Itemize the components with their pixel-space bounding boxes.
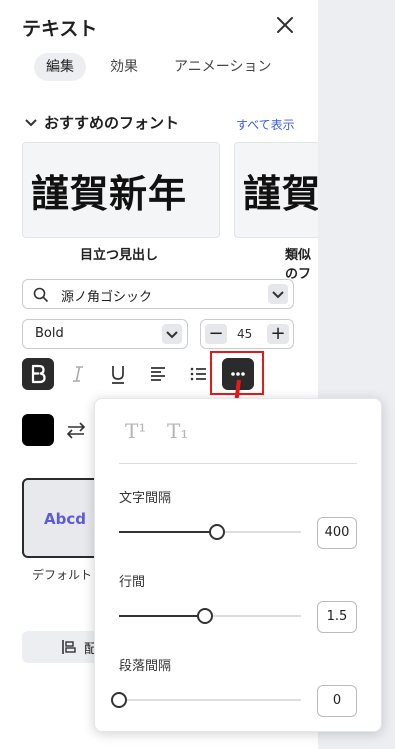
close-icon[interactable] <box>274 14 296 36</box>
chevron-down-icon <box>162 324 182 344</box>
font-sample: 謹賀新年 <box>243 172 318 216</box>
font-card-1[interactable]: 謹賀新年 <box>22 142 220 238</box>
paragraph-spacing-slider-knob[interactable] <box>111 692 127 708</box>
text-direction-icon[interactable] <box>64 418 88 442</box>
search-icon <box>33 287 49 303</box>
underline-button[interactable] <box>102 358 134 390</box>
letter-spacing-slider-knob[interactable] <box>209 524 226 540</box>
style-sample: Abcd <box>44 510 86 528</box>
line-height-label: 行間 <box>119 575 146 590</box>
paragraph-spacing-label: 段落間隔 <box>119 659 172 674</box>
tab-effects[interactable]: 効果 <box>110 53 138 81</box>
italic-icon <box>73 366 83 382</box>
line-height-slider-knob[interactable] <box>196 608 213 624</box>
letter-spacing-label: 文字間隔 <box>119 491 172 506</box>
text-color-swatch[interactable] <box>22 414 54 446</box>
font-card-caption: 目立つ見出し <box>80 248 159 263</box>
paragraph-spacing-track[interactable] <box>119 699 301 701</box>
arrange-icon <box>62 640 76 654</box>
chevron-down-icon <box>25 118 37 126</box>
line-height-input[interactable]: 1.5 <box>317 601 357 633</box>
font-family-value: 源ノ角ゴシック <box>61 290 153 305</box>
divider <box>119 463 357 464</box>
chevron-down-icon <box>268 284 288 304</box>
font-size-value[interactable]: 45 <box>237 327 252 341</box>
style-caption: デフォルト <box>32 568 93 582</box>
line-height-fill <box>119 615 205 617</box>
subscript-button[interactable]: T₁ <box>167 419 188 443</box>
font-size-stepper[interactable]: − 45 + <box>200 319 294 349</box>
tab-animation[interactable]: アニメーション <box>174 53 271 81</box>
text-options-popup: T¹ T₁ 文字間隔 400 行間 1.5 段落間隔 0 <box>94 398 382 732</box>
decrease-size-button[interactable]: − <box>205 324 227 344</box>
font-weight-value: Bold <box>35 326 64 341</box>
italic-button[interactable] <box>62 358 94 390</box>
font-sample: 謹賀新年 <box>31 172 188 216</box>
see-all-link[interactable]: すべて表示 <box>236 116 295 133</box>
font-card-2[interactable]: 謹賀新年 <box>234 142 318 238</box>
font-weight-select[interactable]: Bold <box>22 319 188 349</box>
underline-icon <box>112 366 124 384</box>
align-button[interactable] <box>142 358 174 390</box>
section-title: おすすめのフォント <box>44 114 180 132</box>
bold-button[interactable] <box>22 358 54 390</box>
align-left-icon <box>151 367 165 381</box>
increase-size-button[interactable]: + <box>267 324 289 344</box>
paragraph-spacing-input[interactable]: 0 <box>317 685 357 717</box>
tab-edit[interactable]: 編集 <box>34 53 86 81</box>
letter-spacing-fill <box>119 531 218 533</box>
panel-title: テキスト <box>22 18 98 40</box>
bold-icon <box>31 364 46 384</box>
font-card-caption: 類似のフ <box>285 248 312 282</box>
recommended-fonts-header[interactable]: おすすめのフォント <box>24 112 179 133</box>
superscript-button[interactable]: T¹ <box>125 419 146 443</box>
letter-spacing-input[interactable]: 400 <box>317 517 357 549</box>
font-family-select[interactable]: 源ノ角ゴシック <box>22 279 294 309</box>
